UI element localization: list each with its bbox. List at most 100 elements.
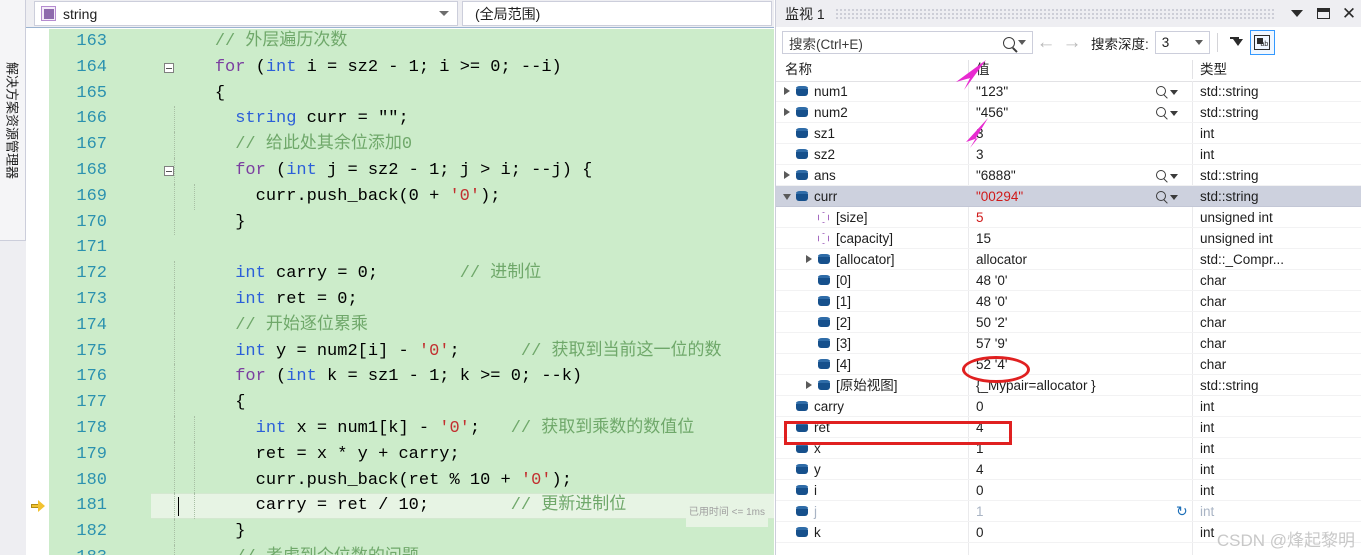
code-line[interactable]: 181 carry = ret / 10; // 更新进制位 已用时间 <= 1m…: [26, 493, 774, 528]
code-surface[interactable]: 163 // 外层遍历次数 164 for (int i = sz2 - 1; i…: [26, 29, 774, 555]
watch-row-value[interactable]: {_Mypair=allocator }: [976, 375, 1096, 396]
watch-row-allocator[interactable]: [allocator] allocator std::_Compr...: [776, 249, 1361, 270]
code-line[interactable]: 166 string curr = "";: [26, 106, 774, 133]
code-line[interactable]: 163 // 外层遍历次数: [26, 29, 774, 55]
watch-row-y[interactable]: y 4 int: [776, 459, 1361, 480]
close-icon[interactable]: ✕: [1336, 1, 1361, 27]
watch-row-num1[interactable]: num1 "123" std::string: [776, 81, 1361, 102]
watch-row-value[interactable]: 52 '4': [976, 354, 1007, 375]
fold-toggle-icon[interactable]: [164, 62, 174, 73]
restore-icon[interactable]: [1310, 1, 1336, 27]
column-divider[interactable]: [968, 60, 969, 79]
watch-row-value[interactable]: 0: [976, 396, 984, 417]
code-line[interactable]: 175 int y = num2[i] - '0'; // 获取到当前这一位的数: [26, 338, 774, 365]
hex-display-icon[interactable]: ab: [1249, 30, 1275, 55]
column-header-value[interactable]: 值: [976, 58, 990, 81]
code-line[interactable]: 174 // 开始逐位累乘: [26, 312, 774, 339]
watch-row-value[interactable]: 48 '0': [976, 291, 1007, 312]
watch-row-value[interactable]: 4: [976, 417, 984, 438]
watch-row-value[interactable]: 57 '9': [976, 333, 1007, 354]
watch-row-value[interactable]: "6888": [976, 165, 1016, 186]
value-visualizer-icon[interactable]: [1156, 190, 1186, 204]
watch-row-ret[interactable]: ret 4 int: [776, 417, 1361, 438]
watch-row-value[interactable]: "123": [976, 81, 1008, 102]
expander-collapsed-icon[interactable]: [806, 255, 812, 263]
title-drag-dots[interactable]: [834, 8, 1274, 19]
code-line[interactable]: 183 // 考虑到个位数的问题: [26, 544, 774, 555]
pin-filter-icon[interactable]: [1225, 30, 1250, 55]
search-next-button[interactable]: →: [1059, 30, 1085, 56]
watch-row-value[interactable]: 0: [976, 522, 984, 543]
code-line[interactable]: 179 ret = x * y + carry;: [26, 441, 774, 468]
code-line[interactable]: 180 curr.push_back(ret % 10 + '0');: [26, 467, 774, 494]
code-line[interactable]: 182 }: [26, 519, 774, 545]
expander-collapsed-icon[interactable]: [784, 171, 790, 179]
code-line[interactable]: 173 int ret = 0;: [26, 286, 774, 313]
watch-row-capacity[interactable]: [capacity] 15 unsigned int: [776, 228, 1361, 249]
fold-toggle-icon[interactable]: [164, 165, 174, 176]
code-line[interactable]: 170 }: [26, 209, 774, 236]
watch-row-x[interactable]: x 1 int: [776, 438, 1361, 459]
watch-row-value[interactable]: "00294": [976, 186, 1023, 207]
watch-row-value[interactable]: 1: [976, 501, 984, 522]
watch-grid-body[interactable]: num1 "123" std::string num2 "456" std::string…: [776, 81, 1361, 555]
code-line[interactable]: 178 int x = num1[k] - '0'; // 获取到乘数的数值位: [26, 415, 774, 442]
value-visualizer-icon[interactable]: [1156, 85, 1186, 99]
watch-row-k[interactable]: k 0 int: [776, 522, 1361, 543]
watch-row-2[interactable]: [2] 50 '2' char: [776, 312, 1361, 333]
watch-row-4[interactable]: [4] 52 '4' char: [776, 354, 1361, 375]
watch-row-value[interactable]: 5: [976, 207, 984, 228]
code-line[interactable]: 176 for (int k = sz1 - 1; k >= 0; --k): [26, 364, 774, 391]
watch-row-curr[interactable]: curr "00294" std::string: [776, 186, 1361, 207]
watch-row-i[interactable]: i 0 int: [776, 480, 1361, 501]
search-icon[interactable]: [1003, 36, 1015, 49]
watch-row-ans[interactable]: ans "6888" std::string: [776, 165, 1361, 186]
column-divider[interactable]: [1192, 60, 1193, 79]
watch-row-value[interactable]: allocator: [976, 249, 1027, 270]
watch-row-sz1[interactable]: sz1 3 int: [776, 123, 1361, 144]
search-input[interactable]: 搜索(Ctrl+E): [782, 31, 1033, 54]
watch-row-size[interactable]: [size] 5 unsigned int: [776, 207, 1361, 228]
watch-row-value[interactable]: "456": [976, 102, 1008, 123]
expander-expanded-icon[interactable]: [783, 194, 791, 200]
column-header-name[interactable]: 名称: [785, 58, 812, 81]
value-visualizer-icon[interactable]: [1156, 106, 1186, 120]
search-prev-button[interactable]: ←: [1033, 30, 1059, 56]
expander-collapsed-icon[interactable]: [784, 87, 790, 95]
code-line[interactable]: 168 for (int j = sz2 - 1; j > i; --j) {: [26, 157, 774, 184]
type-scope-dropdown[interactable]: string: [34, 1, 458, 26]
watch-row-value[interactable]: 3: [976, 123, 984, 144]
chevron-down-icon[interactable]: [1018, 40, 1026, 45]
code-line[interactable]: 164 for (int i = sz2 - 1; i >= 0; --i): [26, 55, 774, 81]
member-scope-dropdown[interactable]: (全局范围): [462, 1, 772, 26]
watch-row-value[interactable]: 15: [976, 228, 991, 249]
column-header-type[interactable]: 类型: [1200, 58, 1227, 81]
chevron-down-icon[interactable]: [1194, 40, 1203, 45]
value-visualizer-icon[interactable]: [1156, 169, 1186, 183]
watch-row-value[interactable]: 1: [976, 438, 984, 459]
sidebar-tab-solution-explorer[interactable]: 解决方案资源管理器: [0, 0, 26, 241]
watch-row-0[interactable]: [0] 48 '0' char: [776, 270, 1361, 291]
watch-row-原始视图[interactable]: [原始视图] {_Mypair=allocator } std::string: [776, 375, 1361, 396]
watch-row-j[interactable]: j 1 ↻ int: [776, 501, 1361, 522]
window-dropdown-icon[interactable]: [1284, 1, 1310, 27]
code-line[interactable]: 172 int carry = 0; // 进制位: [26, 261, 774, 287]
expander-collapsed-icon[interactable]: [784, 108, 790, 116]
watch-row-value[interactable]: 48 '0': [976, 270, 1007, 291]
watch-row-num2[interactable]: num2 "456" std::string: [776, 102, 1361, 123]
code-line[interactable]: 167 // 给此处其余位添加0: [26, 132, 774, 158]
watch-row-1[interactable]: [1] 48 '0' char: [776, 291, 1361, 312]
watch-row-value[interactable]: 0: [976, 480, 984, 501]
code-line[interactable]: 165 {: [26, 81, 774, 107]
watch-row-value[interactable]: 3: [976, 144, 984, 165]
code-line[interactable]: 169 curr.push_back(0 + '0');: [26, 183, 774, 210]
search-depth-stepper[interactable]: 3: [1154, 31, 1210, 54]
watch-row-sz2[interactable]: sz2 3 int: [776, 144, 1361, 165]
watch-row-value[interactable]: 50 '2': [976, 312, 1007, 333]
watch-row-carry[interactable]: carry 0 int: [776, 396, 1361, 417]
code-line[interactable]: 171: [26, 235, 774, 261]
expander-collapsed-icon[interactable]: [806, 381, 812, 389]
code-line[interactable]: 177 {: [26, 390, 774, 416]
refresh-icon[interactable]: ↻: [1176, 504, 1189, 518]
watch-row-3[interactable]: [3] 57 '9' char: [776, 333, 1361, 354]
